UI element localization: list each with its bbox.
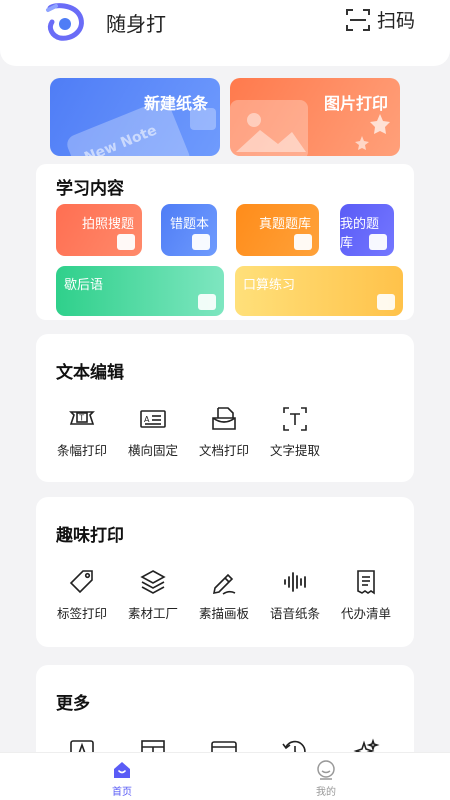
- wrong-questions-label: 错题本: [169, 217, 209, 232]
- home-icon: [114, 762, 130, 778]
- text-extract-label: 文字提取: [269, 443, 320, 458]
- fun-print-title: 趣味打印: [56, 526, 124, 546]
- todo-list-button[interactable]: 代办清单: [336, 567, 396, 622]
- xiehouyu-card[interactable]: 歇后语: [56, 266, 224, 316]
- tag-icon: [69, 570, 93, 594]
- layers-icon: [140, 570, 166, 594]
- mental-math-card[interactable]: 口算练习: [235, 266, 403, 316]
- banner-print-button[interactable]: T 条幅打印: [52, 404, 112, 459]
- horizontal-fixed-label: 横向固定: [127, 443, 178, 458]
- sketch-board-label: 素描画板: [198, 606, 249, 621]
- scan-button[interactable]: 扫码: [345, 6, 415, 33]
- label-print-label: 标签打印: [56, 606, 107, 621]
- mental-math-label: 口算练习: [243, 278, 296, 293]
- wrong-questions-card[interactable]: 错题本: [161, 204, 217, 256]
- voice-note-button[interactable]: 语音纸条: [265, 567, 325, 622]
- photo-print-card[interactable]: 图片打印: [230, 78, 400, 156]
- voice-wave-icon: [284, 572, 306, 592]
- exam-bank-label: 真题题库: [258, 217, 311, 232]
- nav-home-label: 首页: [112, 787, 132, 798]
- horizontal-text-icon: A: [140, 410, 166, 428]
- bottom-nav: 首页 我的: [0, 752, 450, 800]
- exam-bank-card[interactable]: 真题题库: [236, 204, 319, 256]
- app-title: 随身打: [106, 12, 166, 36]
- checklist-icon: [357, 570, 375, 595]
- document-print-button[interactable]: 文档打印: [194, 404, 254, 459]
- svg-text:T: T: [78, 414, 84, 423]
- study-title: 学习内容: [56, 179, 124, 199]
- close-box-icon: [192, 234, 210, 250]
- chat-icon: [198, 294, 216, 310]
- nav-me[interactable]: 我的: [296, 759, 356, 798]
- sketch-board-button[interactable]: 素描画板: [194, 567, 254, 622]
- new-note-card[interactable]: New Note 新建纸条: [50, 78, 220, 156]
- nav-me-label: 我的: [316, 787, 336, 798]
- material-factory-button[interactable]: 素材工厂: [123, 567, 183, 622]
- scan-icon: [346, 8, 370, 31]
- fun-print-panel: 趣味打印 标签打印 素材工厂 素描画板 语音纸条 代办清单: [36, 497, 414, 647]
- material-factory-label: 素材工厂: [127, 606, 178, 621]
- svg-text:A: A: [144, 415, 150, 424]
- top-header: 随身打 扫码: [0, 0, 450, 66]
- text-edit-panel: 文本编辑 T 条幅打印 A 横向固定 文档打印 文字提取: [36, 334, 414, 482]
- label-print-button[interactable]: 标签打印: [52, 567, 112, 622]
- app-logo-icon: [46, 3, 84, 41]
- profile-icon: [317, 760, 335, 780]
- photo-search-card[interactable]: 拍照搜题: [56, 204, 142, 256]
- photo-search-label: 拍照搜题: [81, 217, 134, 232]
- my-bank-card[interactable]: 我的题库: [340, 204, 394, 256]
- pencil-icon: [212, 573, 236, 595]
- nav-home[interactable]: 首页: [92, 759, 152, 798]
- book-icon: [294, 234, 312, 250]
- voice-note-label: 语音纸条: [269, 606, 320, 621]
- dice-icon: [377, 294, 395, 310]
- photo-print-label: 图片打印: [323, 94, 388, 113]
- scan-label: 扫码: [377, 10, 416, 32]
- document-icon: [369, 234, 387, 250]
- study-panel: 学习内容 拍照搜题 错题本 真题题库 我的题库 歇后语 口算练习: [36, 164, 414, 320]
- banner-icon: T: [69, 411, 95, 425]
- more-title: 更多: [56, 694, 90, 714]
- text-extract-icon: [283, 407, 307, 431]
- todo-list-label: 代办清单: [340, 606, 391, 621]
- xiehouyu-label: 歇后语: [64, 278, 104, 293]
- document-print-label: 文档打印: [198, 443, 249, 458]
- horizontal-fixed-button[interactable]: A 横向固定: [123, 404, 183, 459]
- new-note-label: 新建纸条: [143, 94, 208, 113]
- text-extract-button[interactable]: 文字提取: [265, 404, 325, 459]
- banner-print-label: 条幅打印: [56, 443, 107, 458]
- text-edit-title: 文本编辑: [56, 363, 124, 383]
- camera-icon: [117, 234, 135, 250]
- document-print-icon: [212, 407, 236, 430]
